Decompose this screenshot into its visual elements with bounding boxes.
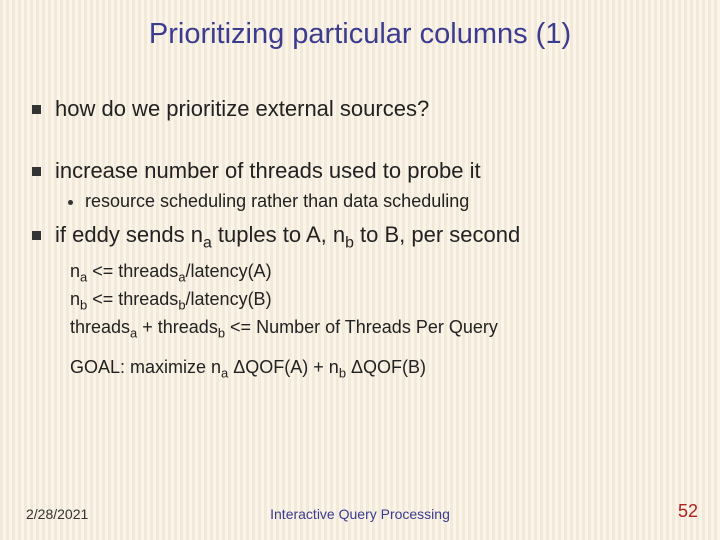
- goal-line: GOAL: maximize na ΔQOF(A) + nb ΔQOF(B): [70, 356, 688, 382]
- bullet-3: if eddy sends na tuples to A, nb to B, p…: [32, 221, 688, 253]
- subscript: a: [203, 234, 212, 251]
- txt: ΔQOF(A) + n: [228, 357, 339, 377]
- equations: na <= threadsa/latency(A) nb <= threadsb…: [70, 259, 688, 342]
- subscript: b: [218, 325, 225, 340]
- bullet-2-text: increase number of threads used to probe…: [55, 157, 481, 185]
- eq-line-2: nb <= threadsb/latency(B): [70, 287, 688, 314]
- bullet-2-sub-text: resource scheduling rather than data sch…: [85, 190, 469, 213]
- footer: 2/28/2021 Interactive Query Processing 5…: [0, 502, 720, 522]
- page-number: 52: [678, 501, 698, 522]
- subscript: b: [345, 234, 354, 251]
- txt: threads: [70, 317, 130, 337]
- footer-title: Interactive Query Processing: [0, 506, 720, 522]
- bullet-icon: [32, 167, 41, 176]
- subbullet-icon: [68, 200, 73, 205]
- txt: GOAL: maximize n: [70, 357, 221, 377]
- bullet-2: increase number of threads used to probe…: [32, 157, 688, 185]
- slide-content: how do we prioritize external sources? i…: [0, 59, 720, 382]
- txt: <= threads: [87, 289, 178, 309]
- bullet-1-text: how do we prioritize external sources?: [55, 95, 429, 123]
- subscript: b: [178, 297, 185, 312]
- bullet-3-text: if eddy sends na tuples to A, nb to B, p…: [55, 221, 520, 253]
- txt: if eddy sends n: [55, 222, 203, 247]
- txt: /latency(B): [186, 289, 272, 309]
- txt: n: [70, 261, 80, 281]
- bullet-icon: [32, 231, 41, 240]
- txt: /latency(A): [186, 261, 272, 281]
- bullet-2-sub: resource scheduling rather than data sch…: [68, 190, 688, 213]
- bullet-1: how do we prioritize external sources?: [32, 95, 688, 123]
- eq-line-3: threadsa + threadsb <= Number of Threads…: [70, 315, 688, 342]
- subscript: a: [178, 269, 185, 284]
- txt: + threads: [137, 317, 218, 337]
- txt: n: [70, 289, 80, 309]
- slide-title: Prioritizing particular columns (1): [0, 0, 720, 59]
- eq-line-1: na <= threadsa/latency(A): [70, 259, 688, 286]
- txt: to B, per second: [354, 222, 520, 247]
- txt: ΔQOF(B): [346, 357, 426, 377]
- txt: <= threads: [87, 261, 178, 281]
- txt: tuples to A, n: [212, 222, 345, 247]
- txt: <= Number of Threads Per Query: [225, 317, 498, 337]
- bullet-icon: [32, 105, 41, 114]
- subscript: b: [339, 366, 346, 381]
- slide: Prioritizing particular columns (1) how …: [0, 0, 720, 540]
